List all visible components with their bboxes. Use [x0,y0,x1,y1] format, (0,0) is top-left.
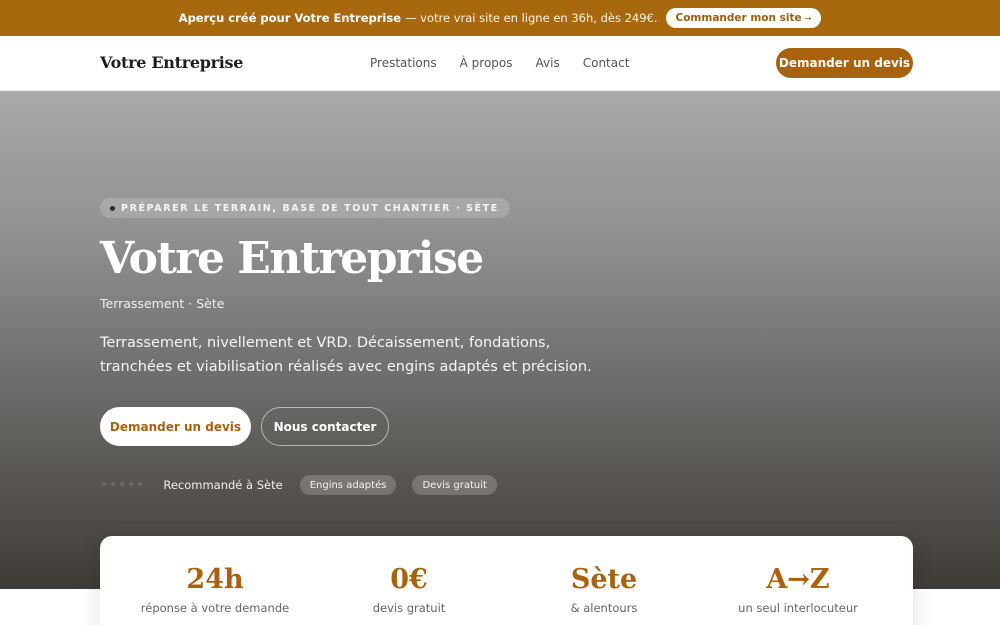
hero-subtitle: Terrassement · Sète [100,296,225,311]
stat-item: 24h réponse à votre demande [105,536,325,618]
stat-value: 0€ [390,564,428,595]
nav-item-a-propos[interactable]: À propos [460,56,513,70]
promo-strong-text: Aperçu créé pour Votre Entreprise [178,11,402,25]
hero-eyebrow-text: PRÉPARER LE TERRAIN, BASE DE TOUT CHANTI… [121,202,499,214]
arrow-right-icon: → [804,13,812,23]
trust-row: ★★★★★ Recommandé à Sète Engins adaptés D… [100,475,497,495]
stat-value: 24h [186,564,244,595]
nav-item-contact[interactable]: Contact [583,56,630,70]
stat-item: A→Z un seul interlocuteur [688,536,908,618]
hero-description: Terrassement, nivellement et VRD. Décais… [100,335,592,375]
order-site-button-label: Commander mon site [675,12,802,24]
hero-section: PRÉPARER LE TERRAIN, BASE DE TOUT CHANTI… [0,91,1000,589]
dot-icon [110,205,115,211]
stats-card: 24h réponse à votre demande 0€ devis gra… [100,536,913,625]
star-rating-icon: ★★★★★ [100,480,146,490]
stat-label: réponse à votre demande [140,601,290,615]
nav-menu: Prestations À propos Avis Contact [370,56,629,70]
stat-label: & alentours [570,601,638,615]
top-navigation: Votre Entreprise Prestations À propos Av… [0,36,1000,91]
nav-item-avis[interactable]: Avis [536,56,560,70]
chip-engins-adaptes: Engins adaptés [299,475,397,495]
hero-eyebrow-badge: PRÉPARER LE TERRAIN, BASE DE TOUT CHANTI… [100,198,510,218]
brand-logo[interactable]: Votre Entreprise [100,53,243,72]
stat-value: A→Z [766,564,830,595]
stat-item: Sète & alentours [494,536,714,618]
hero-quote-button[interactable]: Demander un devis [100,407,251,446]
stat-label: devis gratuit [372,601,446,615]
stat-label: un seul interlocuteur [738,601,858,615]
nav-quote-button[interactable]: Demander un devis [776,48,913,78]
stat-value: Sète [570,564,638,595]
promo-rest-text: — votre vrai site en ligne en 36h, dès 2… [405,11,658,25]
hero-title: Votre Entreprise [100,233,484,284]
promo-banner: Aperçu créé pour Votre Entreprise — votr… [0,0,1000,36]
hero-contact-button[interactable]: Nous contacter [261,407,389,446]
nav-item-prestations[interactable]: Prestations [370,56,437,70]
chip-devis-gratuit: Devis gratuit [412,475,497,495]
order-site-button[interactable]: Commander mon site → [665,8,822,28]
stat-item: 0€ devis gratuit [299,536,519,618]
trust-text: Recommandé à Sète [163,478,283,492]
